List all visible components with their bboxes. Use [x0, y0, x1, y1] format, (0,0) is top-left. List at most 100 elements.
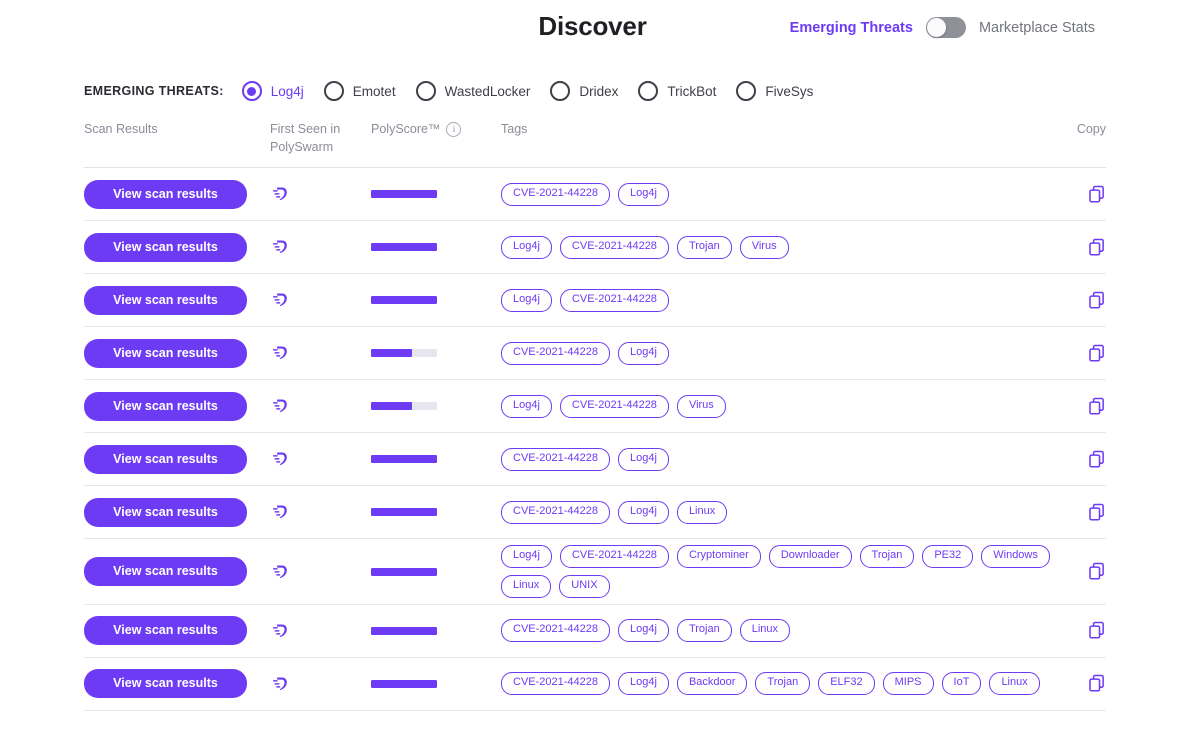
tag-chip[interactable]: Log4j [501, 288, 552, 312]
threat-radio-group[interactable]: Log4j Emotet WastedLocker Dridex TrickBot Fiv… [241, 81, 834, 101]
tag-chip[interactable]: Trojan [676, 619, 732, 643]
tag-chip[interactable]: CVE-2021-44228 [501, 619, 611, 643]
tag-chip[interactable]: Log4j [618, 672, 669, 696]
radio-icon[interactable] [736, 81, 757, 101]
view-scan-results-button[interactable]: View scan results [84, 616, 247, 646]
view-scan-results-button[interactable]: View scan results [84, 338, 247, 368]
tag-chip[interactable]: Log4j [618, 500, 669, 524]
view-scan-results-button[interactable]: View scan results [84, 669, 247, 699]
tag-chip[interactable]: Log4j [501, 545, 552, 568]
tag-chip[interactable]: Virus [676, 394, 726, 418]
copy-icon[interactable] [1088, 450, 1106, 469]
copy-icon[interactable] [1088, 621, 1106, 640]
copy-icon[interactable] [1088, 503, 1106, 522]
copy-icon[interactable] [1088, 344, 1106, 363]
threat-radio-emotet[interactable]: Emotet [323, 81, 396, 101]
tag-chip[interactable]: CVE-2021-44228 [559, 235, 669, 259]
tag-chip[interactable]: CVE-2021-44228 [501, 447, 611, 471]
view-scan-results-button[interactable]: View scan results [84, 557, 247, 586]
cell-copy[interactable] [1060, 674, 1106, 693]
switch-label-marketplace-stats[interactable]: Marketplace Stats [979, 20, 1095, 36]
cell-copy[interactable] [1060, 450, 1106, 469]
radio-icon[interactable] [323, 81, 344, 101]
cell-copy[interactable] [1060, 238, 1106, 257]
tag-chip[interactable]: CVE-2021-44228 [501, 672, 611, 696]
tag-chip[interactable]: Virus [739, 235, 789, 259]
tag-chip[interactable]: MIPS [882, 672, 934, 696]
tag-chip[interactable]: ELF32 [818, 672, 875, 696]
info-icon[interactable]: i [446, 121, 462, 137]
cell-copy[interactable] [1060, 344, 1106, 363]
table-row: View scan results Log4j CVE-2021-44228 Viru… [84, 380, 1106, 434]
tag-chip[interactable]: CVE-2021-44228 [501, 500, 611, 524]
tag-chip[interactable]: Downloader [768, 545, 852, 568]
tag-chip[interactable]: CVE-2021-44228 [559, 288, 669, 312]
view-scan-results-button[interactable]: View scan results [84, 232, 247, 262]
tag-chip[interactable]: Linux [739, 619, 791, 643]
copy-icon[interactable] [1088, 674, 1106, 693]
copy-icon[interactable] [1088, 238, 1106, 257]
tag-chip[interactable]: CVE-2021-44228 [559, 545, 669, 568]
copy-icon[interactable] [1088, 291, 1106, 310]
polyswarm-logo-icon [273, 399, 287, 413]
cell-copy[interactable] [1060, 185, 1106, 204]
cell-copy[interactable] [1060, 503, 1106, 522]
tag-chip[interactable]: UNIX [559, 575, 610, 598]
view-scan-results-button[interactable]: View scan results [84, 444, 247, 474]
tag-chip[interactable]: Backdoor [676, 672, 748, 696]
tag-chip[interactable]: Log4j [618, 619, 669, 643]
tag-chip[interactable]: Trojan [859, 545, 915, 568]
copy-icon[interactable] [1088, 562, 1106, 581]
tag-chip[interactable]: IoT [941, 672, 982, 696]
table-row: View scan results CVE-2021-44228 Log4j Linu… [84, 486, 1106, 540]
polyscore-bar-fill [371, 626, 437, 635]
tag-chip[interactable]: Windows [981, 545, 1050, 568]
polyswarm-logo-icon [273, 293, 287, 307]
radio-icon[interactable] [550, 81, 571, 101]
polyswarm-logo-icon [273, 187, 287, 201]
tag-chip[interactable]: Trojan [755, 672, 811, 696]
tag-chip[interactable]: Log4j [501, 394, 552, 418]
toggle-knob [926, 18, 946, 37]
tag-chip[interactable]: CVE-2021-44228 [559, 394, 669, 418]
tag-chip[interactable]: Log4j [618, 341, 669, 365]
polyscore-bar-fill [371, 402, 412, 411]
tag-chip[interactable]: Log4j [501, 235, 552, 259]
tag-chip[interactable]: Cryptominer [676, 545, 761, 568]
radio-icon[interactable] [415, 81, 436, 101]
view-scan-results-button[interactable]: View scan results [84, 285, 247, 315]
view-mode-toggle[interactable] [925, 17, 966, 38]
cell-copy[interactable] [1060, 621, 1106, 640]
cell-scan-results: View scan results [84, 497, 270, 527]
radio-icon[interactable] [638, 81, 659, 101]
tag-chip[interactable]: CVE-2021-44228 [501, 341, 611, 365]
tag-chip[interactable]: Log4j [618, 447, 669, 471]
cell-copy[interactable] [1060, 397, 1106, 416]
copy-icon[interactable] [1088, 185, 1106, 204]
threat-radio-dridex[interactable]: Dridex [550, 81, 618, 101]
view-scan-results-button[interactable]: View scan results [84, 497, 247, 527]
switch-label-emerging-threats[interactable]: Emerging Threats [790, 20, 913, 36]
tag-chip[interactable]: Log4j [618, 182, 669, 206]
cell-first-seen [270, 290, 371, 310]
view-scan-results-button[interactable]: View scan results [84, 391, 247, 421]
threat-radio-fivesys[interactable]: FiveSys [736, 81, 813, 101]
copy-icon[interactable] [1088, 397, 1106, 416]
threat-radio-log4j[interactable]: Log4j [241, 81, 304, 101]
tag-chip[interactable]: Trojan [676, 235, 732, 259]
radio-icon[interactable] [241, 81, 262, 101]
tag-chip[interactable]: CVE-2021-44228 [501, 182, 611, 206]
tag-chip[interactable]: Linux [501, 575, 552, 598]
view-scan-results-button[interactable]: View scan results [84, 179, 247, 209]
view-mode-switch[interactable]: Emerging Threats Marketplace Stats [790, 17, 1095, 38]
polyswarm-logo-icon [273, 452, 287, 466]
polyscore-bar [371, 626, 437, 635]
tag-chip[interactable]: Linux [676, 500, 728, 524]
tag-chip[interactable]: PE32 [922, 545, 974, 568]
threat-radio-trickbot[interactable]: TrickBot [638, 81, 716, 101]
cell-copy[interactable] [1060, 291, 1106, 310]
tag-chip[interactable]: Linux [989, 672, 1040, 696]
threat-radio-wastedlocker[interactable]: WastedLocker [415, 81, 530, 101]
tag-list: Log4j CVE-2021-44228 [501, 288, 1060, 312]
cell-copy[interactable] [1060, 562, 1106, 581]
